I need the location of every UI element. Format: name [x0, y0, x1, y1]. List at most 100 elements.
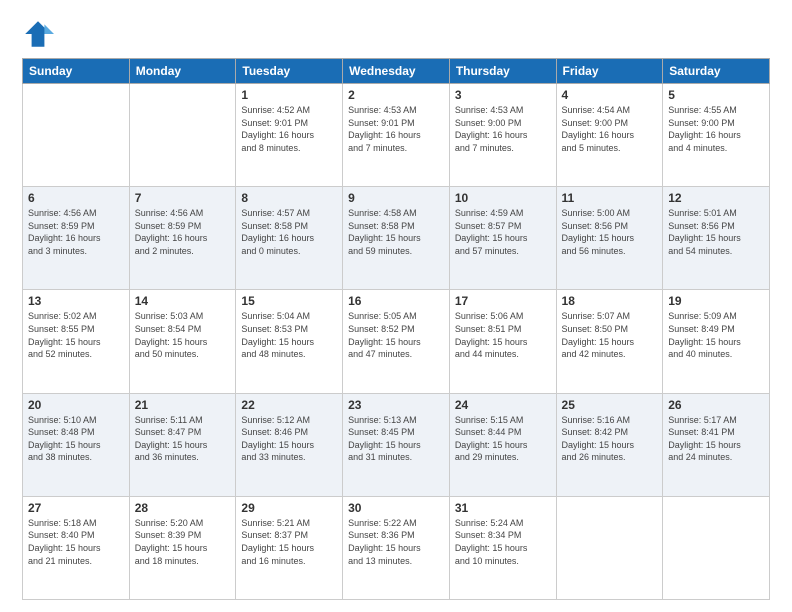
day-number: 29 — [241, 501, 337, 515]
logo-icon — [22, 18, 54, 50]
day-info: Sunrise: 5:21 AM Sunset: 8:37 PM Dayligh… — [241, 517, 337, 567]
calendar-cell: 27 Sunrise: 5:18 AM Sunset: 8:40 PM Dayli… — [23, 496, 130, 599]
day-number: 3 — [455, 88, 551, 102]
day-number: 20 — [28, 398, 124, 412]
logo — [22, 18, 58, 50]
day-info: Sunrise: 4:56 AM Sunset: 8:59 PM Dayligh… — [28, 207, 124, 257]
day-info: Sunrise: 4:55 AM Sunset: 9:00 PM Dayligh… — [668, 104, 764, 154]
day-info: Sunrise: 5:06 AM Sunset: 8:51 PM Dayligh… — [455, 310, 551, 360]
day-info: Sunrise: 5:11 AM Sunset: 8:47 PM Dayligh… — [135, 414, 231, 464]
day-number: 12 — [668, 191, 764, 205]
day-header-tuesday: Tuesday — [236, 59, 343, 84]
calendar-cell: 13 Sunrise: 5:02 AM Sunset: 8:55 PM Dayli… — [23, 290, 130, 393]
day-number: 18 — [562, 294, 658, 308]
calendar-table: SundayMondayTuesdayWednesdayThursdayFrid… — [22, 58, 770, 600]
day-number: 9 — [348, 191, 444, 205]
calendar-cell: 16 Sunrise: 5:05 AM Sunset: 8:52 PM Dayli… — [343, 290, 450, 393]
calendar-cell: 10 Sunrise: 4:59 AM Sunset: 8:57 PM Dayli… — [449, 187, 556, 290]
day-info: Sunrise: 5:17 AM Sunset: 8:41 PM Dayligh… — [668, 414, 764, 464]
day-number: 17 — [455, 294, 551, 308]
calendar-cell: 7Sunrise: 4:56 AM Sunset: 8:59 PM Daylig… — [129, 187, 236, 290]
day-info: Sunrise: 4:52 AM Sunset: 9:01 PM Dayligh… — [241, 104, 337, 154]
week-row-3: 13 Sunrise: 5:02 AM Sunset: 8:55 PM Dayli… — [23, 290, 770, 393]
day-info: Sunrise: 5:22 AM Sunset: 8:36 PM Dayligh… — [348, 517, 444, 567]
calendar-cell: 21 Sunrise: 5:11 AM Sunset: 8:47 PM Dayli… — [129, 393, 236, 496]
calendar-cell: 18 Sunrise: 5:07 AM Sunset: 8:50 PM Dayli… — [556, 290, 663, 393]
day-info: Sunrise: 5:18 AM Sunset: 8:40 PM Dayligh… — [28, 517, 124, 567]
day-number: 2 — [348, 88, 444, 102]
day-info: Sunrise: 5:05 AM Sunset: 8:52 PM Dayligh… — [348, 310, 444, 360]
day-number: 26 — [668, 398, 764, 412]
day-info: Sunrise: 4:58 AM Sunset: 8:58 PM Dayligh… — [348, 207, 444, 257]
day-number: 25 — [562, 398, 658, 412]
calendar-cell: 31Sunrise: 5:24 AM Sunset: 8:34 PM Dayli… — [449, 496, 556, 599]
week-row-2: 6Sunrise: 4:56 AM Sunset: 8:59 PM Daylig… — [23, 187, 770, 290]
calendar-cell: 17 Sunrise: 5:06 AM Sunset: 8:51 PM Dayli… — [449, 290, 556, 393]
calendar-cell: 14Sunrise: 5:03 AM Sunset: 8:54 PM Dayli… — [129, 290, 236, 393]
day-info: Sunrise: 5:15 AM Sunset: 8:44 PM Dayligh… — [455, 414, 551, 464]
day-info: Sunrise: 5:04 AM Sunset: 8:53 PM Dayligh… — [241, 310, 337, 360]
day-info: Sunrise: 4:53 AM Sunset: 9:01 PM Dayligh… — [348, 104, 444, 154]
page: SundayMondayTuesdayWednesdayThursdayFrid… — [0, 0, 792, 612]
week-row-1: 1 Sunrise: 4:52 AM Sunset: 9:01 PM Daylig… — [23, 84, 770, 187]
calendar-cell: 24 Sunrise: 5:15 AM Sunset: 8:44 PM Dayli… — [449, 393, 556, 496]
header — [22, 18, 770, 50]
day-info: Sunrise: 5:12 AM Sunset: 8:46 PM Dayligh… — [241, 414, 337, 464]
day-number: 28 — [135, 501, 231, 515]
header-row: SundayMondayTuesdayWednesdayThursdayFrid… — [23, 59, 770, 84]
day-number: 10 — [455, 191, 551, 205]
calendar-cell: 8Sunrise: 4:57 AM Sunset: 8:58 PM Daylig… — [236, 187, 343, 290]
day-info: Sunrise: 5:02 AM Sunset: 8:55 PM Dayligh… — [28, 310, 124, 360]
day-info: Sunrise: 5:09 AM Sunset: 8:49 PM Dayligh… — [668, 310, 764, 360]
calendar-cell — [129, 84, 236, 187]
day-header-sunday: Sunday — [23, 59, 130, 84]
day-number: 22 — [241, 398, 337, 412]
calendar-cell: 26 Sunrise: 5:17 AM Sunset: 8:41 PM Dayli… — [663, 393, 770, 496]
calendar-cell: 25Sunrise: 5:16 AM Sunset: 8:42 PM Dayli… — [556, 393, 663, 496]
day-info: Sunrise: 5:24 AM Sunset: 8:34 PM Dayligh… — [455, 517, 551, 567]
day-number: 21 — [135, 398, 231, 412]
day-info: Sunrise: 5:00 AM Sunset: 8:56 PM Dayligh… — [562, 207, 658, 257]
calendar-cell: 3 Sunrise: 4:53 AM Sunset: 9:00 PM Daylig… — [449, 84, 556, 187]
day-info: Sunrise: 5:01 AM Sunset: 8:56 PM Dayligh… — [668, 207, 764, 257]
calendar-cell — [663, 496, 770, 599]
day-info: Sunrise: 5:07 AM Sunset: 8:50 PM Dayligh… — [562, 310, 658, 360]
calendar-cell: 29 Sunrise: 5:21 AM Sunset: 8:37 PM Dayli… — [236, 496, 343, 599]
calendar-cell: 22 Sunrise: 5:12 AM Sunset: 8:46 PM Dayli… — [236, 393, 343, 496]
day-header-saturday: Saturday — [663, 59, 770, 84]
day-info: Sunrise: 5:03 AM Sunset: 8:54 PM Dayligh… — [135, 310, 231, 360]
day-info: Sunrise: 4:54 AM Sunset: 9:00 PM Dayligh… — [562, 104, 658, 154]
calendar-cell: 23Sunrise: 5:13 AM Sunset: 8:45 PM Dayli… — [343, 393, 450, 496]
day-number: 13 — [28, 294, 124, 308]
day-info: Sunrise: 4:59 AM Sunset: 8:57 PM Dayligh… — [455, 207, 551, 257]
calendar-cell — [23, 84, 130, 187]
calendar-cell: 1 Sunrise: 4:52 AM Sunset: 9:01 PM Daylig… — [236, 84, 343, 187]
day-number: 5 — [668, 88, 764, 102]
day-number: 1 — [241, 88, 337, 102]
calendar-cell — [556, 496, 663, 599]
day-number: 7 — [135, 191, 231, 205]
day-number: 15 — [241, 294, 337, 308]
day-number: 24 — [455, 398, 551, 412]
day-number: 19 — [668, 294, 764, 308]
day-header-monday: Monday — [129, 59, 236, 84]
day-info: Sunrise: 4:53 AM Sunset: 9:00 PM Dayligh… — [455, 104, 551, 154]
day-number: 30 — [348, 501, 444, 515]
calendar-cell: 2 Sunrise: 4:53 AM Sunset: 9:01 PM Daylig… — [343, 84, 450, 187]
day-number: 23 — [348, 398, 444, 412]
day-number: 27 — [28, 501, 124, 515]
day-info: Sunrise: 5:20 AM Sunset: 8:39 PM Dayligh… — [135, 517, 231, 567]
week-row-5: 27 Sunrise: 5:18 AM Sunset: 8:40 PM Dayli… — [23, 496, 770, 599]
day-number: 16 — [348, 294, 444, 308]
calendar-cell: 28 Sunrise: 5:20 AM Sunset: 8:39 PM Dayli… — [129, 496, 236, 599]
week-row-4: 20Sunrise: 5:10 AM Sunset: 8:48 PM Dayli… — [23, 393, 770, 496]
calendar-cell: 12 Sunrise: 5:01 AM Sunset: 8:56 PM Dayli… — [663, 187, 770, 290]
calendar-cell: 9 Sunrise: 4:58 AM Sunset: 8:58 PM Daylig… — [343, 187, 450, 290]
calendar-cell: 11 Sunrise: 5:00 AM Sunset: 8:56 PM Dayli… — [556, 187, 663, 290]
calendar-cell: 4Sunrise: 4:54 AM Sunset: 9:00 PM Daylig… — [556, 84, 663, 187]
day-number: 11 — [562, 191, 658, 205]
calendar-cell: 20Sunrise: 5:10 AM Sunset: 8:48 PM Dayli… — [23, 393, 130, 496]
calendar-cell: 19 Sunrise: 5:09 AM Sunset: 8:49 PM Dayli… — [663, 290, 770, 393]
day-header-wednesday: Wednesday — [343, 59, 450, 84]
day-number: 8 — [241, 191, 337, 205]
